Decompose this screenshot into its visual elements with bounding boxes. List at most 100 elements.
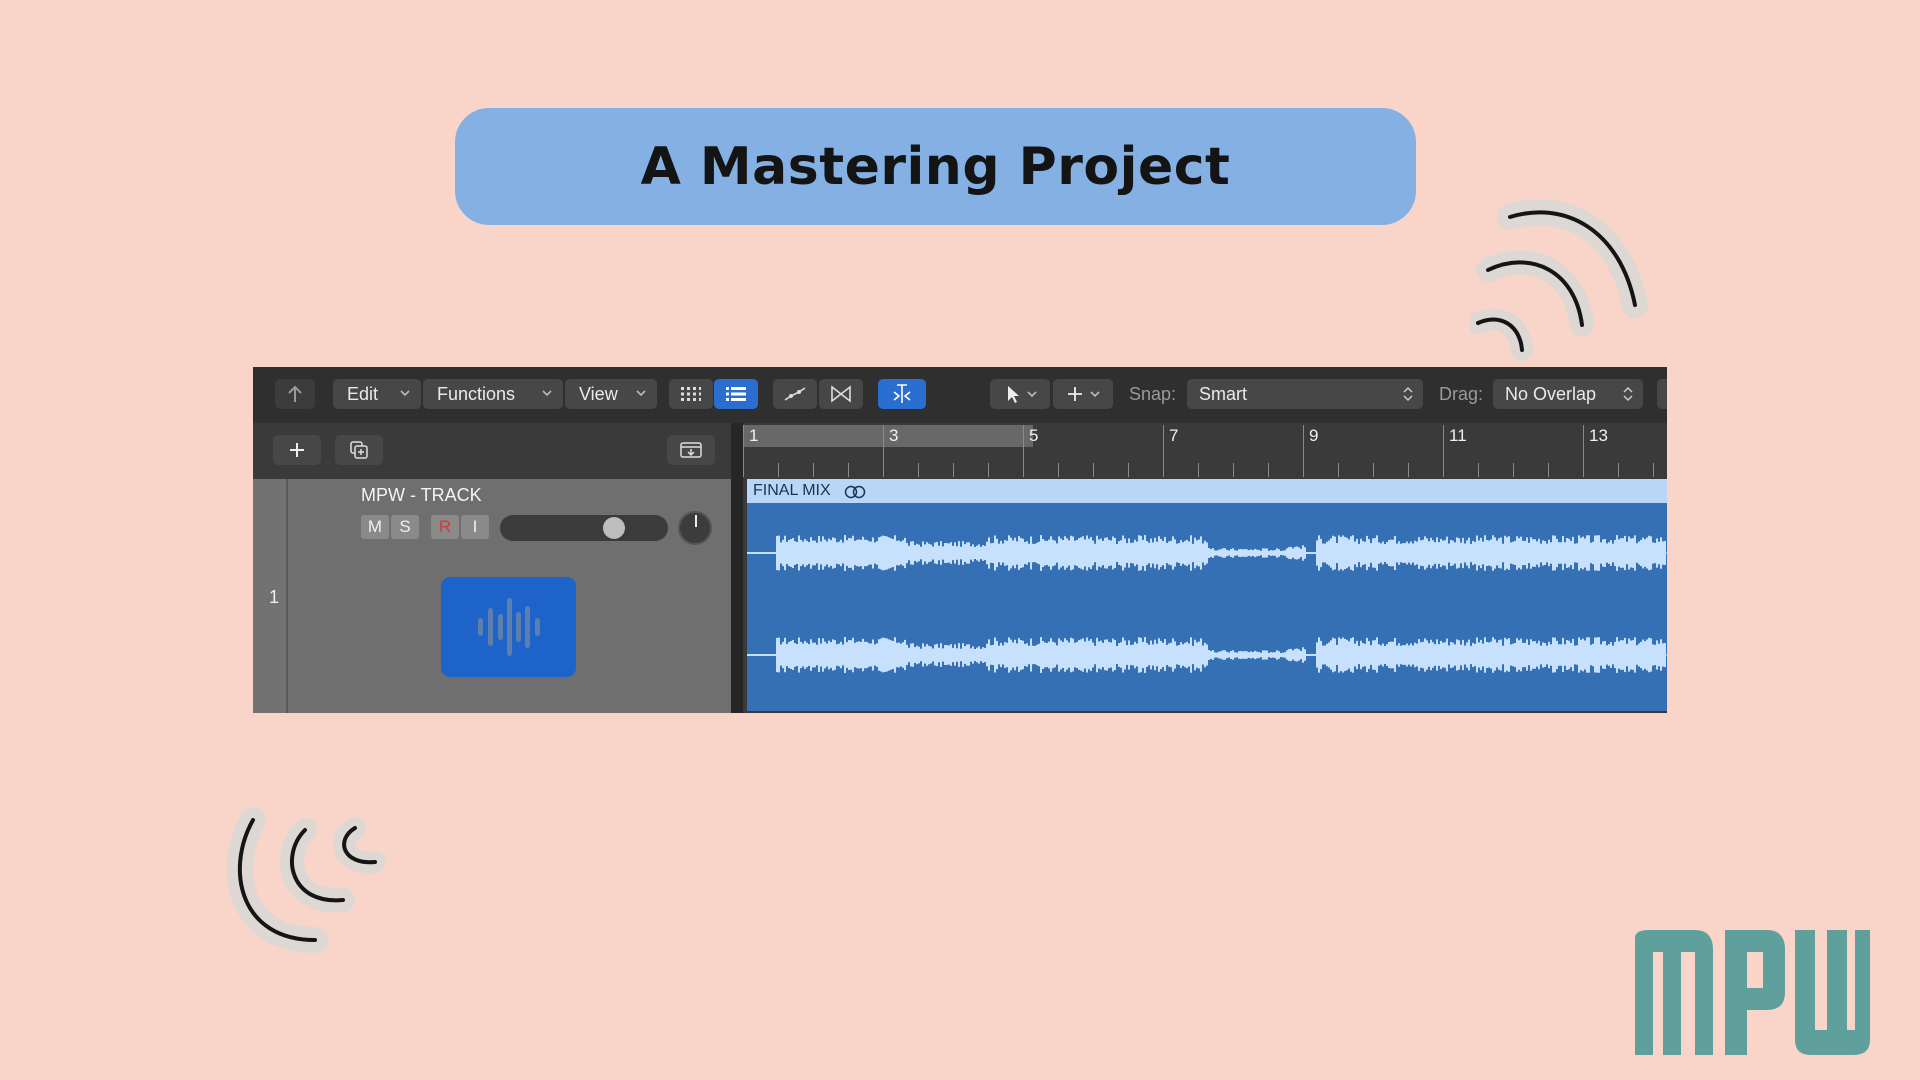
track-header-controls bbox=[253, 423, 731, 479]
functions-menu-button[interactable]: Functions bbox=[423, 379, 563, 409]
daw-window: Edit Functions View Snap: Smart Drag: No… bbox=[253, 367, 1667, 713]
back-button[interactable] bbox=[275, 379, 315, 409]
updown-chevron-icon bbox=[1403, 386, 1413, 402]
back-arrow-icon bbox=[288, 385, 302, 402]
input-monitor-button[interactable]: I bbox=[461, 515, 489, 539]
list-view-button[interactable] bbox=[714, 379, 758, 409]
updown-chevron-icon bbox=[1623, 386, 1633, 402]
snap-label: Snap: bbox=[1129, 384, 1177, 404]
ruler-beat-tick bbox=[1233, 463, 1234, 477]
edit-menu-label: Edit bbox=[347, 383, 379, 404]
stereo-link-icon bbox=[844, 485, 866, 499]
ruler-beat-tick bbox=[1548, 463, 1549, 477]
automation-button[interactable] bbox=[773, 379, 817, 409]
duplicate-icon bbox=[350, 441, 368, 459]
volume-fader[interactable] bbox=[500, 515, 668, 541]
chevron-down-icon bbox=[636, 390, 646, 397]
snap-value: Smart bbox=[1199, 383, 1248, 404]
list-view-icon bbox=[726, 387, 746, 401]
ruler-beat-tick bbox=[848, 463, 849, 477]
ruler-beat-tick bbox=[1058, 463, 1059, 477]
ruler-beat-tick bbox=[1303, 463, 1304, 477]
ruler-beat-tick bbox=[1198, 463, 1199, 477]
mute-button[interactable]: M bbox=[361, 515, 389, 539]
catch-content-button[interactable] bbox=[667, 435, 715, 465]
sound-waves-decoration-icon bbox=[1470, 199, 1648, 361]
chevron-down-icon bbox=[542, 390, 552, 397]
pointer-tool-icon bbox=[1008, 386, 1037, 403]
track-name[interactable]: MPW - TRACK bbox=[361, 485, 482, 506]
crossfade-button[interactable] bbox=[819, 379, 863, 409]
volume-fader-knob[interactable] bbox=[603, 517, 626, 539]
chevron-down-icon bbox=[400, 390, 410, 397]
ruler-beat-tick bbox=[778, 463, 779, 477]
toolbar: Edit Functions View Snap: Smart Drag: No… bbox=[253, 367, 1667, 423]
ruler-beat-tick bbox=[918, 463, 919, 477]
pan-knob[interactable] bbox=[678, 511, 712, 545]
drag-select[interactable]: No Overlap bbox=[1493, 379, 1643, 409]
ruler-bar-number: 11 bbox=[1449, 426, 1467, 445]
ruler-bar-number: 1 bbox=[749, 426, 759, 445]
audio-region[interactable]: FINAL MIX bbox=[747, 479, 1667, 711]
crosshair-tool-icon bbox=[1068, 387, 1100, 401]
ruler-beat-tick bbox=[1408, 463, 1409, 477]
mpw-logo bbox=[1635, 930, 1870, 1055]
view-menu-label: View bbox=[579, 383, 618, 404]
timeline-ruler[interactable]: 1 3 5 7 9 11 13 bbox=[738, 423, 1667, 479]
ruler-beat-tick bbox=[1583, 463, 1584, 477]
ruler-beat-tick bbox=[1338, 463, 1339, 477]
pointer-tool-button[interactable] bbox=[990, 379, 1050, 409]
region-header: FINAL MIX bbox=[747, 479, 1667, 503]
ruler-beat-tick bbox=[1093, 463, 1094, 477]
track-list: 1 MPW - TRACK M S R I bbox=[253, 479, 731, 713]
catch-playhead-button[interactable] bbox=[878, 379, 926, 409]
ruler-beat-tick bbox=[1268, 463, 1269, 477]
waveform-left-channel bbox=[747, 535, 1667, 571]
ruler-beat-tick bbox=[1513, 463, 1514, 477]
ruler-bar-number: 9 bbox=[1309, 426, 1319, 445]
edit-menu-button[interactable]: Edit bbox=[333, 379, 421, 409]
ruler-bar-number: 3 bbox=[889, 426, 899, 445]
sound-waves-decoration-icon bbox=[226, 807, 386, 953]
catch-playhead-icon bbox=[893, 384, 911, 403]
audio-waveform-icon bbox=[477, 598, 540, 656]
ruler-beat-tick bbox=[1023, 463, 1024, 477]
ruler-bar-number: 13 bbox=[1589, 426, 1608, 445]
ruler-beat-tick bbox=[1163, 463, 1164, 477]
ruler-beat-tick bbox=[953, 463, 954, 477]
ruler-beat-tick bbox=[1653, 463, 1654, 477]
region-name: FINAL MIX bbox=[753, 482, 831, 499]
waveform-right-channel bbox=[747, 637, 1667, 673]
functions-menu-label: Functions bbox=[437, 383, 516, 404]
secondary-tool-button[interactable] bbox=[1053, 379, 1113, 409]
ruler-beat-tick bbox=[813, 463, 814, 477]
ruler-beat-tick bbox=[1478, 463, 1479, 477]
solo-button[interactable]: S bbox=[391, 515, 419, 539]
grid-view-icon bbox=[681, 387, 701, 401]
ruler-beat-tick bbox=[743, 463, 744, 477]
ruler-beat-tick bbox=[1443, 463, 1444, 477]
ruler-beat-tick bbox=[988, 463, 989, 477]
ruler-bar-number: 7 bbox=[1169, 426, 1179, 445]
duplicate-track-button[interactable] bbox=[335, 435, 383, 465]
track-icon[interactable] bbox=[441, 577, 576, 677]
ruler-beat-tick bbox=[1128, 463, 1129, 477]
grid-view-button[interactable] bbox=[669, 379, 713, 409]
drag-label: Drag: bbox=[1439, 384, 1484, 404]
ruler-beat-tick bbox=[883, 463, 884, 477]
title-banner: A Mastering Project bbox=[455, 108, 1416, 225]
record-enable-button[interactable]: R bbox=[431, 515, 459, 539]
plus-icon bbox=[290, 443, 304, 457]
overflow-toolbar-button[interactable] bbox=[1657, 379, 1667, 409]
automation-icon bbox=[784, 387, 806, 401]
ruler-beat-tick bbox=[1618, 463, 1619, 477]
download-tray-icon bbox=[680, 442, 702, 458]
snap-select[interactable]: Smart bbox=[1187, 379, 1423, 409]
cycle-range[interactable] bbox=[743, 425, 1033, 447]
view-menu-button[interactable]: View bbox=[565, 379, 657, 409]
page-title: A Mastering Project bbox=[640, 136, 1231, 197]
crossfade-icon bbox=[831, 385, 851, 403]
ruler-bar-number: 5 bbox=[1029, 426, 1039, 445]
drag-value: No Overlap bbox=[1505, 383, 1597, 404]
add-track-button[interactable] bbox=[273, 435, 321, 465]
